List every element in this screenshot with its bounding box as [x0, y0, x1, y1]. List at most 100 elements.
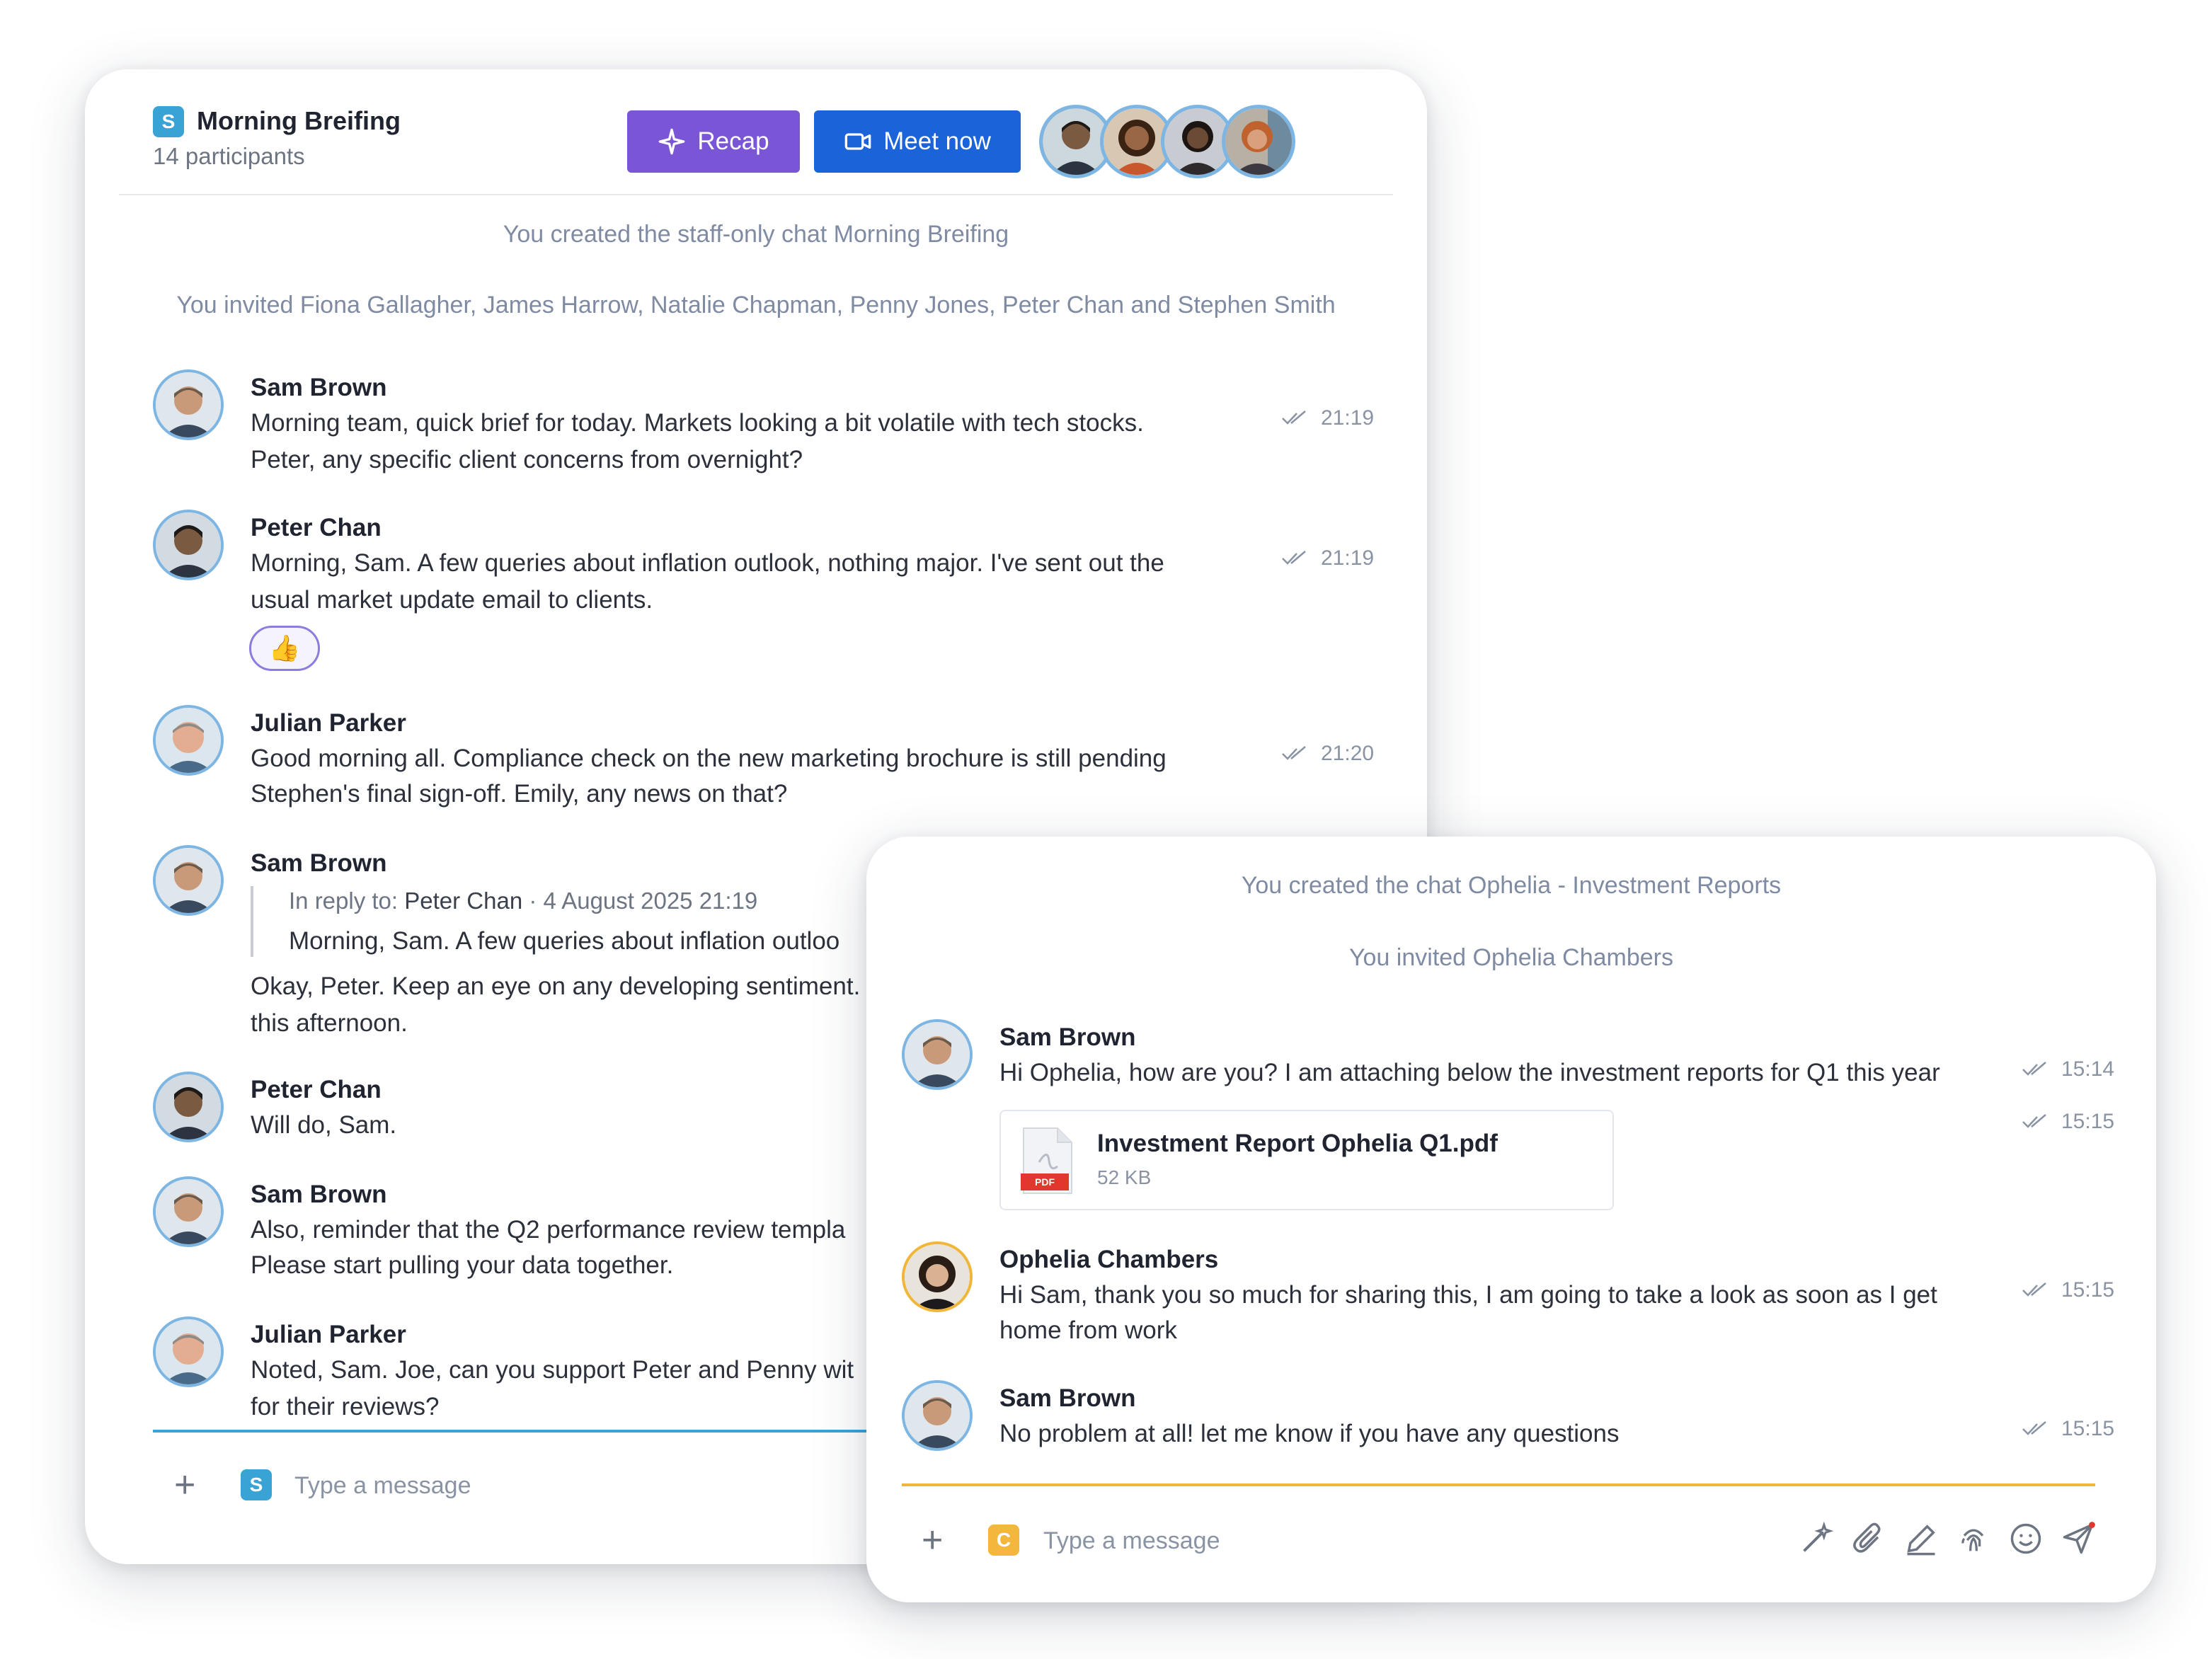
magic-wand-icon[interactable] — [1798, 1520, 1835, 1557]
chat-header: S Morning Breifing 14 participants Recap… — [85, 69, 1427, 194]
timestamp: 15:15 — [2061, 1110, 2115, 1133]
avatar[interactable] — [153, 1316, 224, 1387]
system-message: You invited Fiona Gallagher, James Harro… — [176, 292, 1336, 318]
message-text: Also, reminder that the Q2 performance r… — [251, 1216, 846, 1244]
paperclip-icon[interactable] — [1850, 1520, 1887, 1557]
message-text: Will do, Sam. — [251, 1111, 397, 1139]
message-text: Noted, Sam. Joe, can you support Peter a… — [251, 1356, 854, 1384]
sender-name[interactable]: Ophelia Chambers — [999, 1246, 1218, 1274]
add-attachment-button[interactable]: + — [922, 1522, 943, 1558]
avatar[interactable] — [153, 510, 224, 580]
message-text: Please start pulling your data together. — [251, 1251, 674, 1279]
reply-prefix: In reply to: — [289, 888, 399, 914]
meet-now-button[interactable]: Meet now — [814, 110, 1021, 173]
message-text: Hi Ophelia, how are you? I am attaching … — [999, 1059, 1940, 1086]
message-text: No problem at all! let me know if you ha… — [999, 1420, 1620, 1447]
system-message: You created the chat Ophelia - Investmen… — [1241, 872, 1782, 899]
message-text: this afternoon. — [251, 1009, 408, 1037]
emoji-icon[interactable] — [2007, 1520, 2044, 1557]
double-check-icon — [2022, 1114, 2046, 1128]
avatar[interactable] — [902, 1380, 973, 1451]
second-chat-window: You created the chat Ophelia - Investmen… — [866, 837, 2156, 1602]
message-text: Stephen's final sign-off. Emily, any new… — [251, 780, 788, 808]
timestamp: 15:15 — [2061, 1278, 2115, 1302]
message-meta: 21:19 — [1281, 406, 1374, 430]
double-check-icon — [2022, 1421, 2046, 1435]
file-attachment[interactable]: PDF Investment Report Ophelia Q1.pdf 52 … — [999, 1110, 1614, 1210]
message-meta: 15:15 — [2022, 1110, 2114, 1134]
message-text: usual market update email to clients. — [251, 586, 653, 614]
message-text: Good morning all. Compliance check on th… — [251, 745, 1167, 772]
message-text: Morning, Sam. A few queries about inflat… — [251, 549, 1164, 577]
reply-to-name: Peter Chan — [404, 888, 523, 914]
composer-workspace-badge: C — [988, 1525, 1019, 1556]
message-text: for their reviews? — [251, 1393, 440, 1420]
recap-button[interactable]: Recap — [627, 110, 800, 173]
sender-name[interactable]: Peter Chan — [251, 1076, 382, 1104]
reaction-thumbs-up[interactable]: 👍 — [249, 626, 320, 671]
system-message: You created the staff-only chat Morning … — [503, 221, 1009, 248]
double-check-icon — [2022, 1282, 2046, 1297]
sender-name[interactable]: Sam Brown — [999, 1023, 1136, 1052]
system-message: You invited Ophelia Chambers — [1348, 944, 1674, 971]
sender-name[interactable]: Sam Brown — [251, 849, 387, 878]
composer-workspace-badge: S — [241, 1469, 272, 1500]
message-input[interactable]: Type a message — [1043, 1527, 1220, 1555]
video-camera-icon — [844, 133, 871, 150]
timestamp: 15:15 — [2061, 1417, 2115, 1440]
recap-label: Recap — [697, 127, 769, 155]
add-attachment-button[interactable]: + — [174, 1466, 195, 1503]
sender-name[interactable]: Peter Chan — [251, 514, 382, 542]
svg-text:PDF: PDF — [1035, 1176, 1055, 1188]
participants-count[interactable]: 14 participants — [153, 143, 305, 170]
double-check-icon — [1282, 746, 1306, 760]
reply-header[interactable]: In reply to: Peter Chan · 4 August 2025 … — [289, 888, 757, 914]
timestamp: 21:20 — [1321, 742, 1375, 765]
sender-name[interactable]: Sam Brown — [999, 1384, 1136, 1413]
fingerprint-icon[interactable] — [1955, 1520, 1992, 1557]
message-meta: 15:15 — [2022, 1278, 2114, 1302]
double-check-icon — [2022, 1062, 2046, 1076]
workspace-badge: S — [153, 106, 184, 137]
avatar[interactable] — [902, 1019, 973, 1090]
message-text: Okay, Peter. Keep an eye on any developi… — [251, 972, 861, 1000]
pdf-file-icon: PDF — [1021, 1127, 1072, 1194]
avatar[interactable] — [153, 705, 224, 776]
header-divider — [119, 194, 1393, 195]
timestamp: 21:19 — [1321, 406, 1375, 430]
message-meta: 21:20 — [1281, 742, 1374, 766]
timestamp: 15:14 — [2061, 1057, 2115, 1081]
avatar[interactable] — [153, 845, 224, 916]
avatar[interactable] — [902, 1241, 973, 1312]
meet-now-label: Meet now — [883, 127, 991, 155]
composer-focus-line — [902, 1483, 2095, 1486]
pen-icon[interactable] — [1903, 1520, 1939, 1557]
message-meta: 21:19 — [1281, 546, 1374, 570]
sender-name[interactable]: Sam Brown — [251, 374, 387, 402]
message-text: Peter, any specific client concerns from… — [251, 446, 803, 473]
reply-quote-bar — [251, 886, 253, 957]
message-text: home from work — [999, 1316, 1177, 1344]
sender-name[interactable]: Julian Parker — [251, 1321, 406, 1349]
message-input[interactable]: Type a message — [294, 1472, 471, 1500]
avatar[interactable] — [153, 369, 224, 440]
sender-name[interactable]: Sam Brown — [251, 1181, 387, 1209]
message-meta: 15:14 — [2022, 1057, 2114, 1081]
sender-name[interactable]: Julian Parker — [251, 709, 406, 737]
sparkle-icon — [659, 128, 685, 155]
double-check-icon — [1282, 411, 1306, 425]
file-size: 52 KB — [1097, 1166, 1152, 1188]
chat-title[interactable]: Morning Breifing — [197, 106, 401, 136]
message-meta: 15:15 — [2022, 1417, 2114, 1441]
reply-quote-text: Morning, Sam. A few queries about inflat… — [289, 927, 840, 955]
file-name: Investment Report Ophelia Q1.pdf — [1097, 1130, 1498, 1157]
avatar[interactable] — [153, 1072, 224, 1142]
timestamp: 21:19 — [1321, 546, 1375, 570]
avatar[interactable] — [153, 1176, 224, 1247]
avatar[interactable] — [1222, 105, 1295, 178]
send-icon[interactable] — [2060, 1520, 2097, 1557]
message-text: Morning team, quick brief for today. Mar… — [251, 409, 1144, 437]
double-check-icon — [1282, 551, 1306, 565]
reply-date: · 4 August 2025 21:19 — [529, 888, 758, 914]
message-text: Hi Sam, thank you so much for sharing th… — [999, 1281, 1937, 1309]
